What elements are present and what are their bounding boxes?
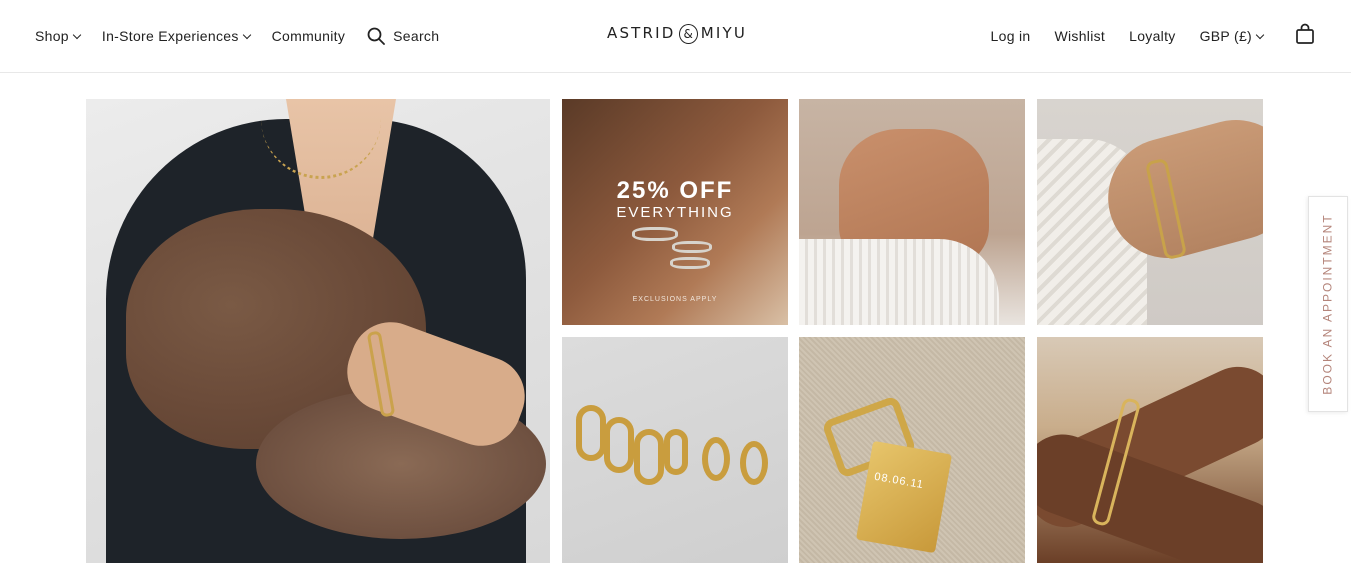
image-detail (604, 417, 634, 473)
primary-nav: Shop In-Store Experiences Community Sear… (35, 0, 439, 72)
login-link[interactable]: Log in (991, 28, 1031, 44)
chevron-down-icon (1255, 30, 1265, 39)
image-detail (632, 227, 678, 241)
cart-button[interactable] (1295, 23, 1315, 50)
nav-shop[interactable]: Shop (35, 28, 82, 44)
chevron-down-icon (72, 30, 82, 39)
wishlist-link[interactable]: Wishlist (1054, 28, 1105, 44)
account-nav: Log in Wishlist Loyalty GBP (£) (967, 0, 1315, 72)
currency-label: GBP (£) (1199, 28, 1252, 44)
gallery-image-crossed-arms[interactable] (1037, 337, 1263, 563)
gallery-image-earrings[interactable] (562, 337, 788, 563)
promo-note: EXCLUSIONS APPLY (632, 296, 718, 303)
gallery-image-manicure[interactable] (799, 99, 1025, 325)
book-appointment-tab[interactable]: BOOK AN APPOINTMENT (1308, 196, 1348, 412)
image-detail (799, 239, 999, 325)
image-detail (740, 441, 768, 485)
gallery-image-promo[interactable]: 25% OFF EVERYTHING EXCLUSIONS APPLY (562, 99, 788, 325)
logo-text-left: ASTRID (607, 24, 676, 42)
loyalty-label: Loyalty (1129, 28, 1176, 44)
search-label: Search (393, 28, 440, 44)
logo-ring-icon: & (678, 24, 698, 44)
site-header: Shop In-Store Experiences Community Sear… (0, 0, 1351, 73)
login-label: Log in (990, 28, 1031, 44)
image-detail (855, 440, 953, 554)
gallery-image-bracelets[interactable] (1037, 99, 1263, 325)
nav-community[interactable]: Community (272, 28, 346, 44)
image-detail (664, 429, 688, 475)
nav-in-store-experiences[interactable]: In-Store Experiences (101, 28, 251, 44)
book-appointment-label: BOOK AN APPOINTMENT (1321, 213, 1335, 395)
image-detail (670, 257, 710, 269)
wishlist-label: Wishlist (1054, 28, 1106, 44)
image-detail (672, 241, 712, 253)
nav-community-label: Community (271, 28, 346, 44)
image-detail (634, 429, 664, 485)
promo-headline: 25% OFF (616, 177, 734, 204)
image-detail (576, 405, 606, 461)
brand-logo[interactable]: ASTRID & MIYU (607, 18, 747, 48)
nav-in-store-label: In-Store Experiences (101, 28, 239, 44)
gallery-image-woman-with-dog[interactable] (86, 99, 550, 563)
shopping-bag-icon (1296, 23, 1314, 44)
nav-shop-label: Shop (35, 28, 69, 44)
currency-selector[interactable]: GBP (£) (1199, 28, 1265, 44)
loyalty-link[interactable]: Loyalty (1129, 28, 1175, 44)
chevron-down-icon (242, 30, 251, 39)
logo-text-right: MIYU (700, 24, 747, 42)
image-detail (702, 437, 730, 481)
gallery-image-pendant[interactable]: 08.06.11 (799, 337, 1025, 563)
promo-subline: EVERYTHING (616, 204, 734, 221)
search-icon (367, 27, 386, 45)
search-button[interactable]: Search (367, 27, 439, 45)
